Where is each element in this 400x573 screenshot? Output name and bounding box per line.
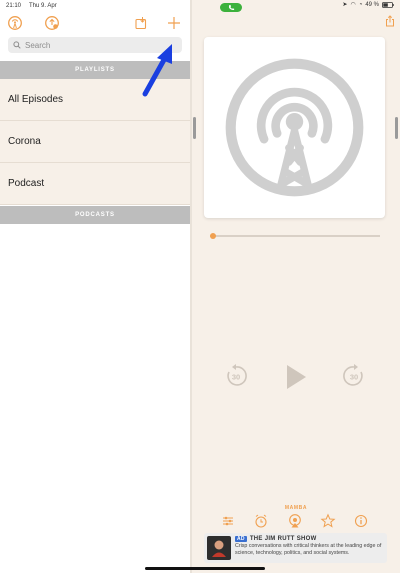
play-icon xyxy=(287,365,306,389)
podcasts-section-header: PODCASTS xyxy=(0,206,190,224)
battery-icon xyxy=(382,1,394,8)
annotation-arrow-icon xyxy=(142,44,172,97)
battery-percent: 49 % xyxy=(365,1,379,8)
sleep-timer-button[interactable] xyxy=(253,513,269,529)
star-icon xyxy=(320,513,336,528)
podcast-artwork xyxy=(204,37,385,218)
ad-banner[interactable]: AD THE JIM RUTT SHOW Crisp conversations… xyxy=(204,533,387,563)
ad-badge: AD xyxy=(235,536,247,542)
home-indicator[interactable] xyxy=(145,567,265,570)
skip-back-button[interactable]: 30 xyxy=(224,364,248,393)
search-placeholder: Search xyxy=(25,40,51,50)
wifi-icon: ◠ xyxy=(350,2,356,8)
skip-back-seconds: 30 xyxy=(232,373,240,382)
skip-forward-button[interactable]: 30 xyxy=(342,364,366,393)
skip-forward-seconds: 30 xyxy=(350,373,358,382)
playlist-item[interactable]: Podcast xyxy=(0,163,190,205)
sleep-timer-icon xyxy=(255,514,267,528)
airplay-icon xyxy=(289,514,301,528)
status-date: Thu 9. Apr xyxy=(29,3,57,9)
status-icons: ➤ ◠ ◔ 49 % xyxy=(342,1,394,8)
search-icon xyxy=(13,41,21,49)
host-portrait-icon xyxy=(212,540,226,557)
playlist-label: Corona xyxy=(8,136,41,147)
effects-icon xyxy=(223,516,233,526)
skip-back-icon: 30 xyxy=(227,364,247,386)
alarm-icon: ◔ xyxy=(358,1,363,8)
playlist-label: Podcast xyxy=(8,178,45,189)
phone-icon xyxy=(228,4,234,10)
status-bar-right: ➤ ◠ ◔ 49 % xyxy=(192,0,400,12)
pane-resize-handle[interactable] xyxy=(193,117,196,139)
skip-forward-icon: 30 xyxy=(343,364,363,386)
location-icon: ➤ xyxy=(342,2,348,8)
playback-controls: 30 30 xyxy=(192,360,400,394)
call-indicator[interactable] xyxy=(220,3,242,12)
status-time: 21:10 xyxy=(6,3,22,9)
share-icon xyxy=(386,15,394,27)
effects-button[interactable] xyxy=(220,513,236,529)
progress-scrubber[interactable] xyxy=(210,235,380,237)
ad-text: AD THE JIM RUTT SHOW Crisp conversations… xyxy=(235,536,384,556)
pane-resize-handle[interactable] xyxy=(395,117,398,139)
upload-queue-icon[interactable] xyxy=(44,15,60,31)
play-button[interactable] xyxy=(284,363,308,396)
ad-body: Crisp conversations with critical thinke… xyxy=(235,543,382,556)
info-icon xyxy=(354,514,368,528)
progress-scrubber-knob[interactable] xyxy=(210,233,216,239)
status-bar-left: 21:10 Thu 9. Apr xyxy=(0,0,190,12)
now-playing-panel: ➤ ◠ ◔ 49 % 30 30 MAMBA AD THE JIM RUTT S… xyxy=(192,0,400,573)
ad-thumbnail xyxy=(207,536,231,560)
airplay-button[interactable] xyxy=(287,513,303,529)
overcast-icon[interactable] xyxy=(7,15,23,31)
info-button[interactable] xyxy=(353,513,369,529)
share-button[interactable] xyxy=(385,14,395,27)
ad-title-row: AD THE JIM RUTT SHOW xyxy=(235,536,384,542)
overcast-placeholder-icon xyxy=(225,58,364,197)
star-button[interactable] xyxy=(320,513,336,529)
player-bottom-toolbar xyxy=(192,512,400,530)
ad-title: THE JIM RUTT SHOW xyxy=(249,536,317,542)
playlist-label: All Episodes xyxy=(8,94,64,105)
playlist-item[interactable]: Corona xyxy=(0,121,190,163)
effects-preset-label: MAMBA xyxy=(284,505,308,511)
